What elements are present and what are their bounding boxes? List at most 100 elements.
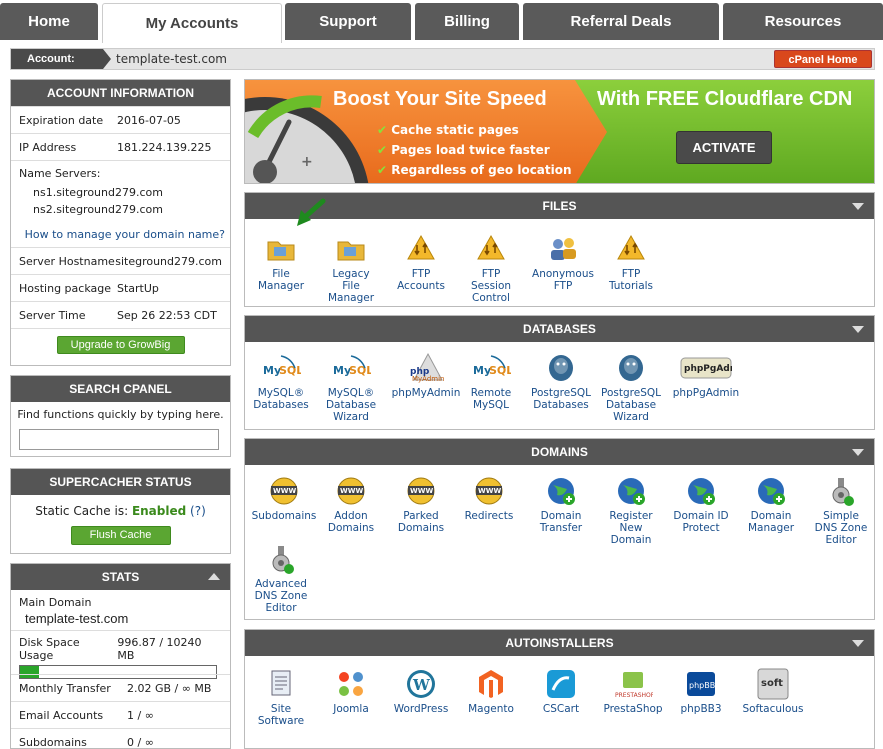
subdomains-icon: WWW (268, 475, 300, 507)
magento-link[interactable]: Magento (455, 668, 527, 715)
ip-label: IP Address (19, 140, 77, 154)
activate-button[interactable]: ACTIVATE (676, 131, 772, 164)
svg-text:WWW: WWW (410, 487, 433, 495)
item-label: Legacy File Manager (327, 268, 375, 304)
upgrade-row: Upgrade to GrowBig (11, 328, 230, 360)
tab-resources[interactable]: Resources (723, 3, 883, 40)
tab-referral-deals[interactable]: Referral Deals (523, 3, 719, 40)
cloudflare-banner[interactable]: + Boost Your Site Speed ✔ Cache static p… (244, 79, 875, 184)
tab-support[interactable]: Support (285, 3, 411, 40)
remote-mysql-link[interactable]: My SQL Remote MySQL (455, 352, 527, 411)
cpanel-home-button[interactable]: cPanel Home (774, 50, 872, 68)
banner-bullet: ✔ Cache static pages (377, 123, 519, 137)
item-label: Softaculous (742, 703, 804, 715)
phpmyadmin-icon: php MyAdmin (406, 352, 446, 384)
search-input[interactable] (19, 429, 219, 450)
tab-billing[interactable]: Billing (415, 3, 519, 40)
mysql-wizard-link[interactable]: My SQL MySQL® Database Wizard (315, 352, 387, 423)
prestashop-link[interactable]: PRESTASHOP PrestaShop (597, 668, 669, 715)
subdomains-row: Subdomains 0 / ∞ (11, 728, 230, 749)
item-label: FTP Session Control (470, 268, 512, 304)
speed-gauge-icon: + (247, 95, 322, 183)
banner-headline: Boost Your Site Speed (333, 88, 547, 110)
account-information-panel: ACCOUNT INFORMATION Expiration date 2016… (10, 79, 231, 366)
server-time-value: Sep 26 22:53 CDT (117, 308, 217, 322)
legacy-file-manager-link[interactable]: Legacy File Manager (315, 233, 387, 304)
item-label: Domain Manager (747, 510, 795, 534)
account-domain: template-test.com (116, 52, 227, 66)
chevron-down-icon[interactable] (852, 326, 864, 333)
mysql-databases-link[interactable]: My SQL MySQL® Databases (245, 352, 317, 411)
item-label: FTP Accounts (397, 268, 445, 292)
chevron-down-icon[interactable] (852, 449, 864, 456)
item-label: Site Software (257, 703, 305, 727)
main-domain-label: Main Domain (19, 596, 92, 609)
main-domain-block: Main Domain template-test.com (11, 590, 230, 630)
item-label: Magento (468, 703, 514, 715)
subdomains-link[interactable]: WWW Subdomains (248, 475, 320, 522)
server-time-row: Server Time Sep 26 22:53 CDT (11, 301, 230, 328)
domain-transfer-link[interactable]: Domain Transfer (525, 475, 597, 534)
domain-id-protect-link[interactable]: Domain ID Protect (665, 475, 737, 534)
tab-home[interactable]: Home (0, 3, 98, 40)
ftp-accounts-icon (405, 233, 437, 265)
softaculous-link[interactable]: soft Softaculous (737, 668, 809, 715)
item-label: Redirects (464, 510, 514, 522)
site-software-link[interactable]: Site Software (245, 668, 317, 727)
advanced-dns-link[interactable]: Advanced DNS Zone Editor (245, 543, 317, 614)
phpbb-link[interactable]: phpBB phpBB3 (665, 668, 737, 715)
item-label: MySQL® Databases (253, 387, 309, 411)
item-label: phpPgAdmin (672, 387, 740, 399)
domain-manager-link[interactable]: Domain Manager (735, 475, 807, 534)
banner-bullet: ✔ Pages load twice faster (377, 143, 550, 157)
ftp-session-link[interactable]: FTP Session Control (455, 233, 527, 304)
item-label: PostgreSQL Database Wizard (601, 387, 661, 423)
expiration-value: 2016-07-05 (117, 113, 181, 127)
cscart-icon (545, 668, 577, 700)
register-domain-link[interactable]: Register New Domain (595, 475, 667, 546)
wordpress-link[interactable]: W WordPress (385, 668, 457, 715)
cscart-link[interactable]: CSCart (525, 668, 597, 715)
tab-my-accounts[interactable]: My Accounts (102, 3, 282, 43)
flush-cache-button[interactable]: Flush Cache (70, 526, 171, 545)
item-label: phpBB3 (680, 703, 722, 715)
joomla-link[interactable]: Joomla (315, 668, 387, 715)
green-arrow-icon (297, 198, 326, 226)
parked-domains-icon: WWW (405, 475, 437, 507)
addon-domains-link[interactable]: WWW Addon Domains (315, 475, 387, 534)
files-header[interactable]: FILES (245, 193, 874, 219)
ftp-tutorials-link[interactable]: FTP Tutorials (595, 233, 667, 292)
name-servers-label: Name Servers: (19, 167, 101, 180)
softaculous-icon: soft (757, 668, 789, 700)
postgresql-link[interactable]: PostgreSQL Databases (525, 352, 597, 411)
parked-domains-link[interactable]: WWW Parked Domains (385, 475, 457, 534)
cache-help-link[interactable]: (?) (190, 504, 206, 518)
ip-value: 181.224.139.225 (117, 140, 212, 154)
anonymous-ftp-link[interactable]: Anonymous FTP (527, 233, 599, 292)
file-manager-link[interactable]: File Manager (245, 233, 317, 292)
magento-icon (475, 668, 507, 700)
phppgadmin-link[interactable]: phpPgAdmin phpPgAdmin (670, 352, 749, 399)
chevron-down-icon[interactable] (852, 640, 864, 647)
collapse-icon[interactable] (208, 573, 220, 580)
redirects-link[interactable]: WWW Redirects (453, 475, 525, 522)
domains-header[interactable]: DOMAINS (245, 439, 874, 465)
transfer-row: Monthly Transfer 2.02 GB / ∞ MB (11, 674, 230, 701)
autoinstallers-section: AUTOINSTALLERS Site Software Joomla W WordPr… (244, 629, 875, 749)
subdomains-value: 0 / ∞ (127, 735, 154, 749)
upgrade-button[interactable]: Upgrade to GrowBig (56, 335, 185, 354)
email-label: Email Accounts (19, 708, 104, 722)
chevron-down-icon[interactable] (852, 203, 864, 210)
phpmyadmin-link[interactable]: php MyAdmin phpMyAdmin (390, 352, 462, 399)
ftp-accounts-link[interactable]: FTP Accounts (385, 233, 457, 292)
item-label: Subdomains (251, 510, 317, 522)
svg-text:PRESTASHOP: PRESTASHOP (615, 692, 653, 699)
remote-mysql-icon: My SQL (471, 352, 513, 384)
svg-text:WWW: WWW (273, 487, 296, 495)
simple-dns-link[interactable]: Simple DNS Zone Editor (805, 475, 877, 546)
postgresql-wizard-link[interactable]: PostgreSQL Database Wizard (595, 352, 667, 423)
ftp-session-icon (475, 233, 507, 265)
manage-domain-link[interactable]: How to manage your domain name? (25, 228, 225, 241)
autoinstallers-header[interactable]: AUTOINSTALLERS (245, 630, 874, 656)
databases-header[interactable]: DATABASES (245, 316, 874, 342)
